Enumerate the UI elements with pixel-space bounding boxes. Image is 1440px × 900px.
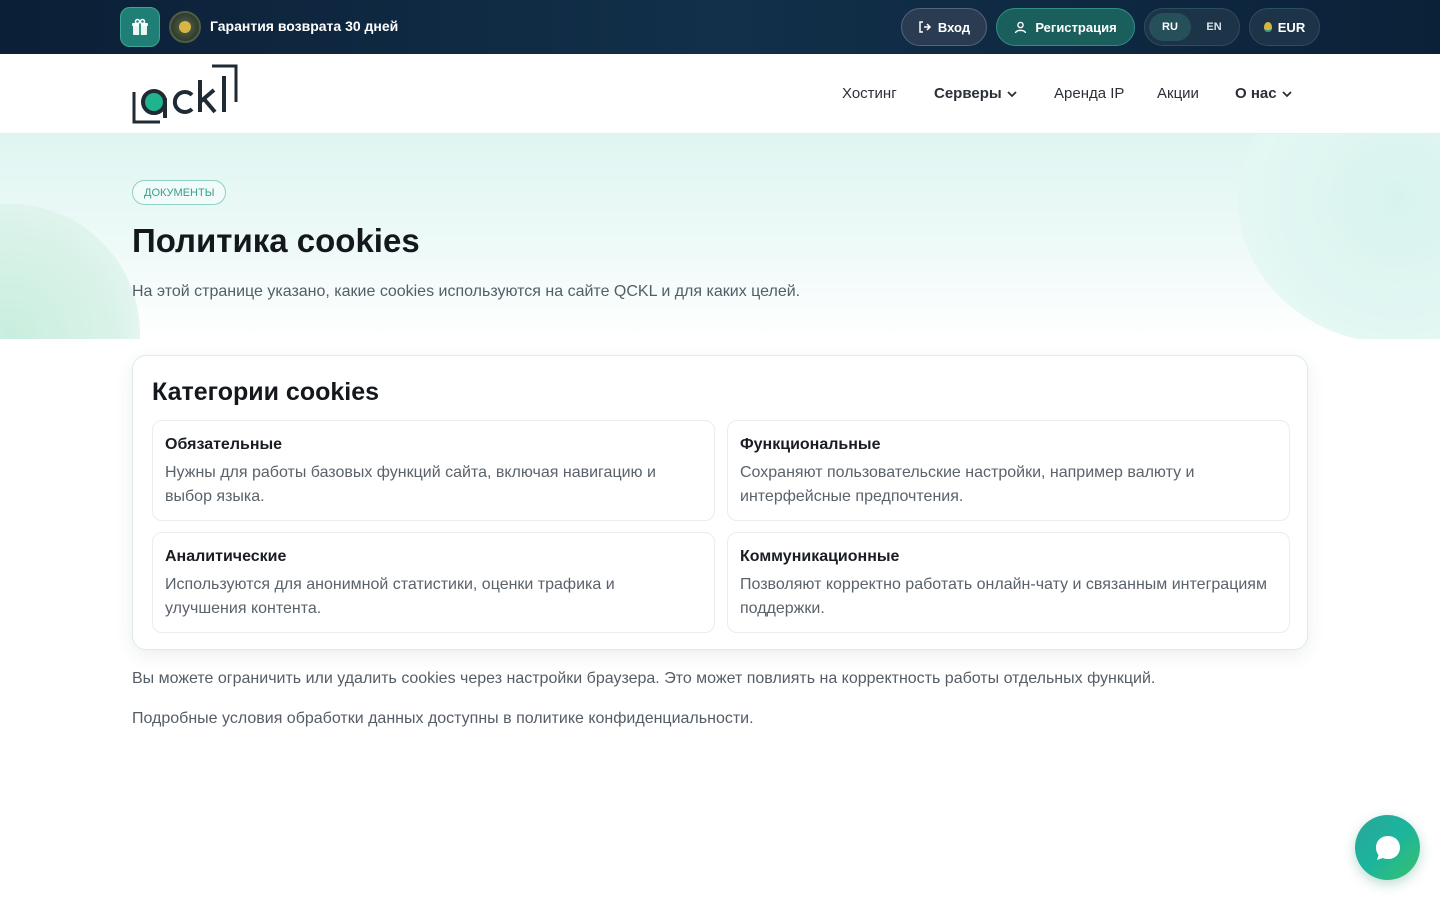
login-button[interactable]: Вход: [901, 8, 987, 46]
cookie-categories-card: Категории cookies Обязательные Нужны для…: [132, 355, 1308, 650]
currency-icon: [1263, 22, 1272, 32]
chat-icon: [1375, 835, 1400, 860]
privacy-policy-note: Подробные условия обработки данных досту…: [132, 710, 754, 727]
decorative-blob: [1238, 134, 1440, 339]
nav-item-label: Акции: [1157, 85, 1199, 102]
category-required: Обязательные Нужны для работы базовых фу…: [152, 420, 715, 521]
chevron-down-icon: [1281, 90, 1292, 97]
qckl-logo[interactable]: [130, 62, 242, 126]
nav-item-promos[interactable]: Акции: [1157, 85, 1199, 102]
lang-option-ru[interactable]: RU: [1149, 13, 1191, 41]
category-description: Нужны для работы базовых функций сайта, …: [165, 464, 656, 505]
nav-item-hosting[interactable]: Хостинг: [842, 85, 897, 102]
category-functional: Функциональные Сохраняют пользовательски…: [727, 420, 1290, 521]
main-header: Хостинг Серверы Аренда IP Акции О нас: [0, 54, 1440, 134]
top-bar: Гарантия возврата 30 дней Вход Регистрац…: [0, 0, 1440, 54]
currency-selector[interactable]: EUR: [1249, 8, 1320, 46]
guarantee-text: Гарантия возврата 30 дней: [210, 18, 399, 34]
nav-item-label: О нас: [1235, 85, 1277, 102]
user-icon: [1015, 21, 1027, 33]
category-name: Функциональные: [740, 436, 881, 453]
lang-option-en[interactable]: EN: [1193, 13, 1235, 41]
language-switcher: RU EN: [1144, 8, 1240, 46]
coin-icon: [169, 11, 201, 43]
nav-item-about[interactable]: О нас: [1235, 85, 1293, 102]
category-description: Позволяют корректно работать онлайн-чату…: [740, 576, 1267, 617]
category-name: Аналитические: [165, 548, 287, 565]
decorative-blob: [0, 204, 140, 339]
register-button[interactable]: Регистрация: [996, 8, 1135, 46]
register-label: Регистрация: [1035, 19, 1117, 35]
nav-item-label: Хостинг: [842, 85, 897, 102]
category-communication: Коммуникационные Позволяют корректно раб…: [727, 532, 1290, 633]
browser-settings-note: Вы можете ограничить или удалить cookies…: [132, 670, 1156, 687]
page-subtitle: На этой странице указано, какие cookies …: [132, 283, 801, 300]
currency-label: EUR: [1277, 19, 1306, 35]
category-analytics: Аналитические Используются для анонимной…: [152, 532, 715, 633]
nav-item-servers[interactable]: Серверы: [934, 85, 1018, 102]
documents-badge: ДОКУМЕНТЫ: [132, 180, 227, 205]
nav-item-ip-rent[interactable]: Аренда IP: [1054, 85, 1124, 102]
chevron-down-icon: [1007, 90, 1017, 97]
category-description: Сохраняют пользовательские настройки, на…: [740, 464, 1195, 505]
gift-button[interactable]: [120, 7, 160, 47]
category-name: Обязательные: [165, 436, 283, 453]
nav-item-label: Аренда IP: [1054, 85, 1125, 102]
categories-title: Категории cookies: [152, 378, 380, 406]
category-description: Используются для анонимной статистики, о…: [165, 576, 615, 617]
gift-icon: [132, 18, 148, 35]
login-icon: [919, 21, 931, 33]
page-title: Политика cookies: [132, 222, 420, 259]
login-label: Вход: [937, 19, 971, 35]
nav-item-label: Серверы: [934, 85, 1002, 102]
category-name: Коммуникационные: [740, 548, 900, 565]
chat-button[interactable]: [1355, 815, 1420, 880]
